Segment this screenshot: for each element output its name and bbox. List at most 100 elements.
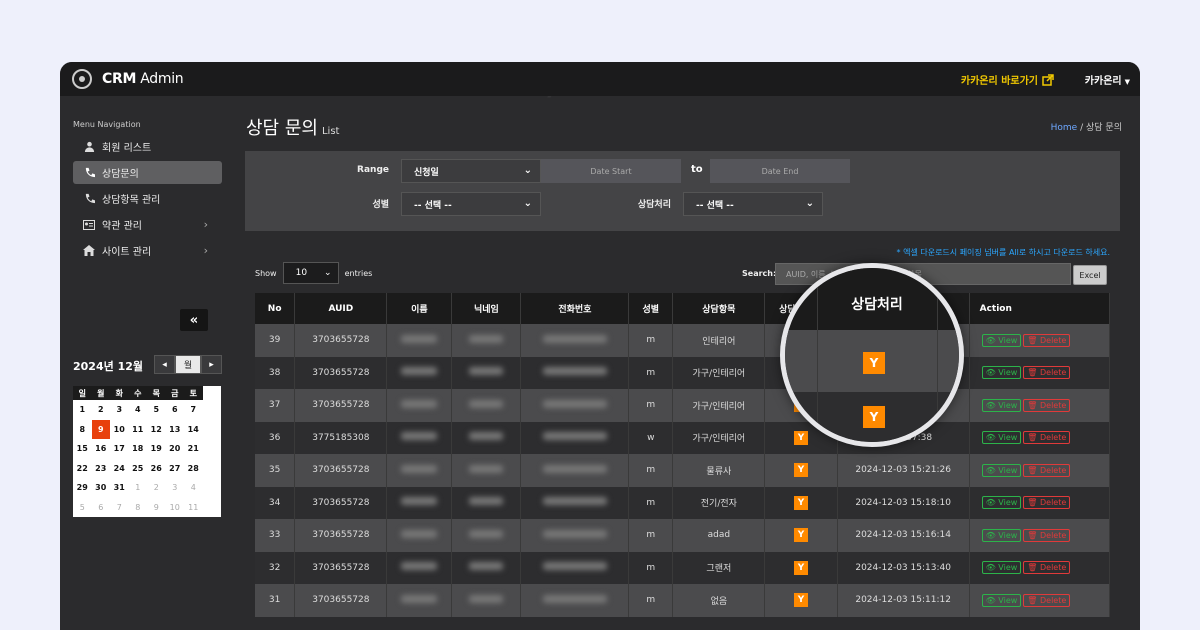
delete-button[interactable]: 🗑 Delete <box>1023 496 1071 510</box>
delete-button[interactable]: 🗑 Delete <box>1023 431 1071 445</box>
calendar-day[interactable]: 2 <box>92 400 111 420</box>
calendar-day[interactable]: 15 <box>73 439 92 459</box>
calendar-day[interactable]: 10 <box>166 498 185 518</box>
calendar-day[interactable]: 26 <box>147 459 166 479</box>
calendar-month-button[interactable]: 월 <box>175 355 201 374</box>
calendar-weekday: 수 <box>128 386 147 400</box>
delete-button[interactable]: 🗑 Delete <box>1023 561 1071 575</box>
view-button[interactable]: 👁 View <box>981 528 1022 542</box>
column-header[interactable]: AUID <box>294 293 388 324</box>
calendar-day[interactable]: 7 <box>110 498 129 518</box>
row-no: 35 <box>255 454 296 487</box>
calendar-day[interactable]: 20 <box>166 439 185 459</box>
delete-button[interactable]: 🗑 Delete <box>1023 366 1071 380</box>
calendar-prev-button[interactable]: ◂ <box>154 355 175 374</box>
calendar-day[interactable]: 22 <box>73 459 92 479</box>
row-no: 37 <box>255 389 296 422</box>
column-header[interactable]: 닉네임 <box>451 293 522 324</box>
row-auid: 3703655728 <box>294 389 388 422</box>
column-header[interactable]: 성별 <box>628 293 674 324</box>
calendar-day[interactable]: 17 <box>110 439 129 459</box>
delete-button[interactable]: 🗑 Delete <box>1023 528 1071 542</box>
status-select[interactable]: -- 선택 -- ⌄ <box>683 192 823 216</box>
view-button[interactable]: 👁 View <box>981 561 1022 575</box>
view-button[interactable]: 👁 View <box>981 496 1022 510</box>
table-row: 373703655728m가구/인테리어Y0👁 View🗑 Delete <box>255 389 1111 422</box>
view-button[interactable]: 👁 View <box>981 398 1022 412</box>
calendar-day[interactable]: 5 <box>147 400 166 420</box>
calendar-day[interactable]: 4 <box>129 400 148 420</box>
calendar-day[interactable]: 25 <box>129 459 148 479</box>
calendar-day[interactable]: 4 <box>184 478 203 498</box>
calendar-day[interactable]: 9 <box>91 419 110 439</box>
column-header[interactable]: No <box>255 293 296 324</box>
calendar-day[interactable]: 11 <box>129 420 148 440</box>
calendar-day[interactable]: 1 <box>73 400 92 420</box>
app-brand[interactable]: CRM Admin <box>102 71 184 87</box>
sidebar-item-member-list[interactable]: 회원 리스트 <box>73 135 222 158</box>
breadcrumb-home-link[interactable]: Home <box>1051 123 1078 133</box>
column-header[interactable]: Action <box>969 293 1111 324</box>
range-select[interactable]: 신청일 ⌄ <box>401 159 541 183</box>
delete-button[interactable]: 🗑 Delete <box>1023 593 1071 607</box>
view-button[interactable]: 👁 View <box>981 463 1022 477</box>
sidebar-item-consult-items[interactable]: 상담항목 관리 <box>73 187 222 210</box>
calendar-day[interactable]: 19 <box>147 439 166 459</box>
calendar-day[interactable]: 2 <box>147 478 166 498</box>
delete-button[interactable]: 🗑 Delete <box>1023 463 1071 477</box>
user-menu[interactable]: 카카온리 ▼ <box>1085 72 1130 87</box>
calendar-day[interactable]: 3 <box>166 478 185 498</box>
calendar-day[interactable]: 13 <box>166 420 185 440</box>
calendar-next-button[interactable]: ▸ <box>201 355 222 374</box>
sidebar-item-terms[interactable]: 약관 관리 › <box>73 213 222 236</box>
main-content: 상담 문의 List Home / 상담 문의 Range 신청일 ⌄ Date S… <box>234 96 1140 630</box>
view-button[interactable]: 👁 View <box>981 593 1022 607</box>
delete-button[interactable]: 🗑 Delete <box>1023 398 1071 412</box>
gender-select[interactable]: -- 선택 -- ⌄ <box>401 192 541 216</box>
view-button[interactable]: 👁 View <box>981 366 1022 380</box>
row-nickname-redacted <box>451 454 522 487</box>
table-row: 383703655728m가구/인테리어Y👁 View🗑 Delete <box>255 356 1111 389</box>
calendar-day[interactable]: 24 <box>110 459 129 479</box>
calendar-day[interactable]: 23 <box>92 459 111 479</box>
calendar-day[interactable]: 21 <box>184 439 203 459</box>
view-button[interactable]: 👁 View <box>981 431 1022 445</box>
calendar-day[interactable]: 5 <box>73 498 92 518</box>
calendar-day[interactable]: 3 <box>110 400 129 420</box>
calendar-day[interactable]: 28 <box>184 459 203 479</box>
calendar-day[interactable]: 27 <box>166 459 185 479</box>
breadcrumb-current: 상담 문의 <box>1086 123 1122 133</box>
calendar-day[interactable]: 7 <box>184 400 203 420</box>
calendar-day[interactable]: 18 <box>129 439 148 459</box>
calendar-day[interactable]: 30 <box>92 478 111 498</box>
date-start-input[interactable]: Date Start <box>541 159 681 183</box>
magnified-processed-badge: Y <box>863 352 885 374</box>
row-actions: 👁 View 🗑 Delete <box>969 551 1111 584</box>
calendar-day[interactable]: 1 <box>129 478 148 498</box>
column-header[interactable]: 상담항목 <box>672 293 766 324</box>
calendar-day[interactable]: 6 <box>166 400 185 420</box>
calendar-day[interactable]: 12 <box>147 420 166 440</box>
delete-button[interactable]: 🗑 Delete <box>1023 333 1071 347</box>
calendar-day[interactable]: 10 <box>110 420 129 440</box>
row-nickname-redacted <box>451 421 522 454</box>
sidebar-collapse-button[interactable]: « <box>180 309 208 331</box>
excel-button[interactable]: Excel <box>1073 265 1107 285</box>
calendar-day[interactable]: 14 <box>184 420 203 440</box>
kakao-shortcut-link[interactable]: 카카온리 바로가기 <box>961 72 1054 87</box>
calendar-day[interactable]: 8 <box>73 420 92 440</box>
calendar-day[interactable]: 8 <box>129 498 148 518</box>
sidebar-item-site[interactable]: 사이트 관리 › <box>73 239 222 262</box>
sidebar-item-consultation[interactable]: 상담문의 <box>73 161 222 184</box>
calendar-day[interactable]: 31 <box>110 478 129 498</box>
view-button[interactable]: 👁 View <box>981 333 1022 347</box>
column-header[interactable]: 전화번호 <box>520 293 630 324</box>
date-end-input[interactable]: Date End <box>710 159 850 183</box>
calendar-day[interactable]: 29 <box>73 478 92 498</box>
calendar-day[interactable]: 11 <box>184 498 203 518</box>
calendar-day[interactable]: 9 <box>147 498 166 518</box>
column-header[interactable]: 이름 <box>386 293 453 324</box>
page-length-select[interactable]: 10 ⌄ <box>282 262 339 284</box>
calendar-day[interactable]: 16 <box>92 439 111 459</box>
calendar-day[interactable]: 6 <box>92 498 111 518</box>
